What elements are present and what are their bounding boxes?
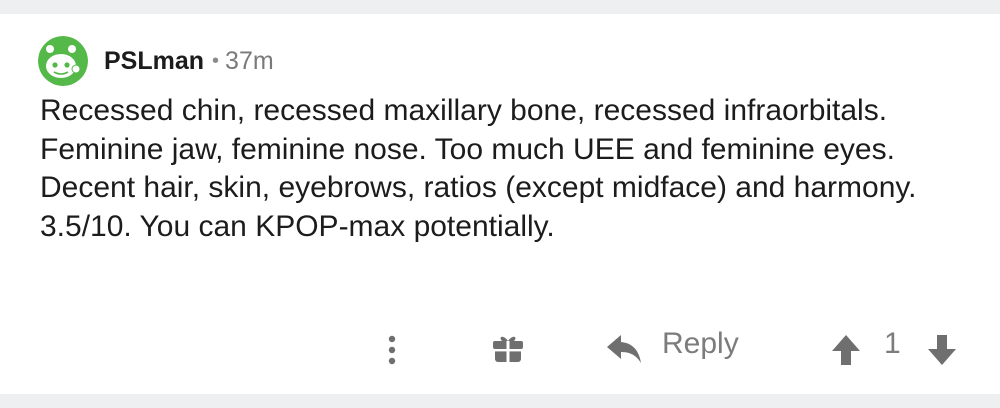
- vote-count: 1: [884, 327, 901, 360]
- vertical-ellipsis-icon: [388, 335, 396, 365]
- comment-card: PSLman • 37m Recessed chin, recessed max…: [0, 14, 1000, 394]
- reply-button[interactable]: [604, 330, 644, 368]
- downvote-button[interactable]: [922, 330, 962, 370]
- comment-header: PSLman • 37m: [38, 36, 274, 86]
- comment-body: Recessed chin, recessed maxillary bone, …: [40, 94, 917, 243]
- comment-age: 37m: [225, 46, 274, 75]
- more-options-button[interactable]: [380, 330, 404, 370]
- avatar[interactable]: [38, 36, 88, 86]
- gift-icon: [493, 336, 523, 362]
- separator-dot: •: [212, 49, 220, 72]
- downvote-arrow-icon: [928, 335, 956, 365]
- username[interactable]: PSLman: [104, 47, 204, 76]
- award-button[interactable]: [490, 330, 526, 368]
- reply-arrow-icon: [607, 335, 641, 363]
- reply-label[interactable]: Reply: [662, 327, 739, 361]
- upvote-arrow-icon: [832, 335, 860, 365]
- upvote-button[interactable]: [826, 330, 866, 370]
